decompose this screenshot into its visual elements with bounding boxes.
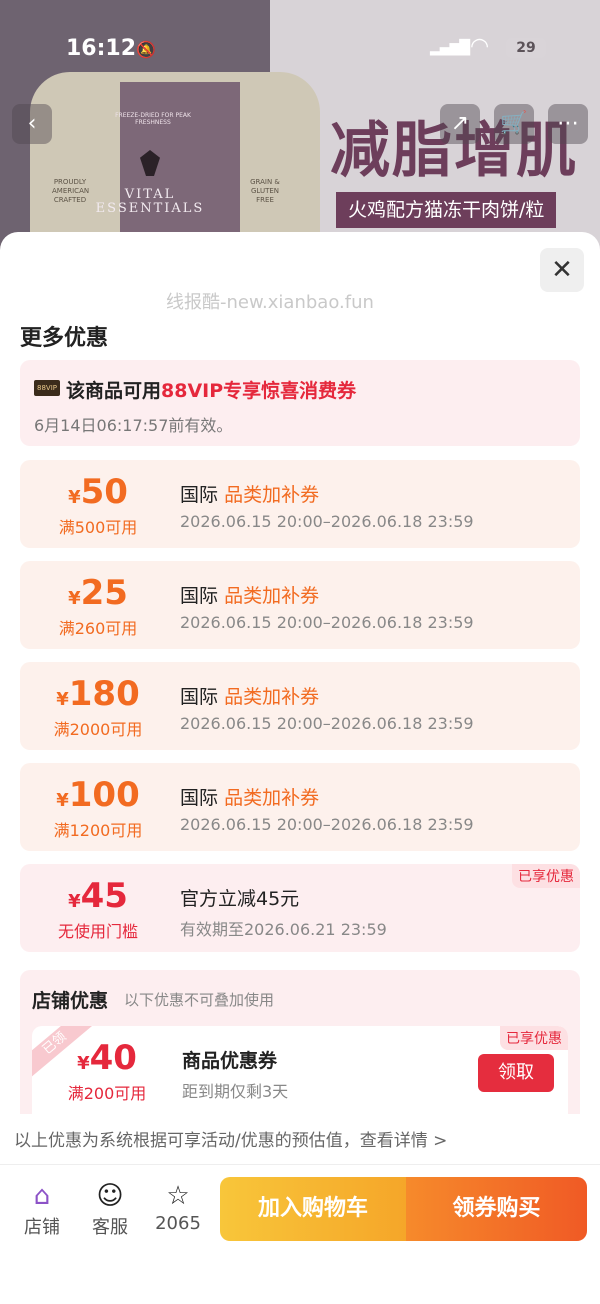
star-icon: ☆ (166, 1181, 190, 1211)
details-link[interactable]: 以上优惠为系统根据可享活动/优惠的预估值，查看详情 > (14, 1126, 447, 1151)
vip-badge-icon: 88VIP (34, 380, 60, 396)
bag-tagline: FREEZE-DRIED FOR PEAK FRESHNESS (115, 112, 191, 126)
buy-with-coupon-button[interactable]: 领券购买 (406, 1177, 587, 1241)
back-button[interactable]: ‹ (12, 104, 52, 144)
coupon-title: 官方立减45元 (180, 888, 300, 910)
claim-coupon-button[interactable]: 领取 (478, 1054, 554, 1092)
coupon-amount: ¥25 (68, 573, 128, 613)
applied-tag: 已享优惠 (500, 1026, 568, 1050)
coupon-condition: 满1200可用 (53, 821, 143, 840)
add-to-cart-button[interactable]: 加入购物车 (220, 1177, 406, 1241)
coupon-title: 商品优惠券 (182, 1050, 278, 1072)
close-button[interactable]: ✕ (540, 248, 584, 292)
coupon-title: 国际 品类加补券 (180, 686, 320, 708)
store-button[interactable]: ⌂ 店铺 (12, 1179, 72, 1239)
store-coupons-section: 店铺优惠 以下优惠不可叠加使用 已领 已享优惠 ¥40 满200可用 商品优惠券… (20, 970, 580, 1114)
coupon-condition: 满200可用 (67, 1084, 147, 1103)
coupon-amount: ¥50 (68, 472, 128, 512)
coupon-amount: ¥100 (56, 775, 140, 815)
chevron-left-icon: ‹ (27, 111, 37, 136)
store-icon: ⌂ (33, 1181, 51, 1211)
coupon-amount: ¥45 (68, 876, 128, 916)
coupon-card[interactable]: ¥180 满2000可用 国际 品类加补券 2026.06.15 20:00–2… (20, 662, 580, 750)
coupon-date: 2026.06.15 20:00–2026.06.18 23:59 (180, 613, 474, 632)
promo-subtitle: 火鸡配方猫冻干肉饼/粒 (336, 192, 557, 228)
sheet-title: 更多优惠 (20, 326, 109, 351)
coupon-title: 国际 品类加补券 (180, 585, 320, 607)
coupon-amount: ¥180 (56, 674, 140, 714)
coupon-expiry: 距到期仅剩3天 (182, 1082, 289, 1101)
store-coupon-card[interactable]: 已领 已享优惠 ¥40 满200可用 商品优惠券 距到期仅剩3天 领取 (32, 1026, 568, 1114)
favorite-count: 2065 (155, 1213, 201, 1234)
coupon-card[interactable]: ¥50 满500可用 国际 品类加补券 2026.06.15 20:00–202… (20, 460, 580, 548)
coupon-card[interactable]: ¥25 满260可用 国际 品类加补券 2026.06.15 20:00–202… (20, 561, 580, 649)
vip-coupon-card[interactable]: 88VIP 该商品可用88VIP专享惊喜消费券 6月14日06:17:57前有效… (20, 360, 580, 446)
coupon-title: 国际 品类加补券 (180, 484, 320, 506)
bag-brand: VITAL ESSENTIALS (95, 187, 205, 216)
wifi-icon: ◠ (470, 34, 490, 59)
coupon-amount: ¥40 (77, 1038, 137, 1078)
coupon-date: 2026.06.15 20:00–2026.06.18 23:59 (180, 714, 474, 733)
coupon-sheet: ✕ 线报酷-new.xianbao.fun 更多优惠 88VIP 该商品可用88… (0, 232, 600, 1304)
bag-badge-right: GRAIN & GLUTEN FREE (250, 178, 280, 204)
bag-badge-left: PROUDLY AMERICAN CRAFTED (52, 178, 90, 204)
mute-bell-icon: 🔕 (136, 40, 156, 59)
status-time: 16:12 (66, 36, 137, 61)
cellular-signal-icon: ▂▄▆█ (430, 40, 470, 56)
vip-validity: 6月14日06:17:57前有效。 (34, 416, 233, 435)
official-discount-card[interactable]: 已享优惠 ¥45 无使用门槛 官方立减45元 有效期至2026.06.21 23… (20, 864, 580, 952)
cart-icon: 🛒 (500, 111, 528, 136)
service-label: 客服 (92, 1217, 128, 1238)
coupon-condition: 满2000可用 (53, 720, 143, 739)
chat-face-icon: ☺ (96, 1181, 124, 1211)
more-button[interactable]: ⋯ (548, 104, 588, 144)
coupon-condition: 满260可用 (58, 619, 138, 638)
coupon-condition: 无使用门槛 (57, 922, 138, 941)
close-icon: ✕ (551, 255, 573, 285)
share-icon: ↗ (450, 111, 470, 136)
watermark: 线报酷-new.xianbao.fun (166, 292, 374, 313)
store-label: 店铺 (24, 1217, 60, 1238)
more-dots-icon: ⋯ (557, 111, 579, 136)
vip-prefix: 该商品可用 (66, 380, 162, 402)
share-button[interactable]: ↗ (440, 104, 480, 144)
coupon-date: 2026.06.15 20:00–2026.06.18 23:59 (180, 815, 474, 834)
store-coupons-title: 店铺优惠 (32, 990, 109, 1012)
status-bar: 16:12 🔕 ▂▄▆█ ◠ 29 (0, 0, 600, 90)
coupon-date: 有效期至2026.06.21 23:59 (180, 920, 387, 939)
coupon-card[interactable]: ¥100 满1200可用 国际 品类加补券 2026.06.15 20:00–2… (20, 763, 580, 851)
bottom-action-bar: ⌂ 店铺 ☺ 客服 ☆ 2065 加入购物车 领券购买 (0, 1164, 600, 1304)
coupon-date: 2026.06.15 20:00–2026.06.18 23:59 (180, 512, 474, 531)
vip-line: 该商品可用88VIP专享惊喜消费券 (66, 376, 356, 403)
cart-button[interactable]: 🛒 (494, 104, 534, 144)
coupon-title: 国际 品类加补券 (180, 787, 320, 809)
favorite-button[interactable]: ☆ 2065 (148, 1179, 208, 1234)
customer-service-button[interactable]: ☺ 客服 (80, 1179, 140, 1239)
applied-tag: 已享优惠 (512, 864, 580, 888)
vip-highlight: 88VIP专享惊喜消费券 (161, 380, 357, 402)
coupon-condition: 满500可用 (58, 518, 138, 537)
battery-indicator: 29 (506, 38, 546, 58)
store-coupons-note: 以下优惠不可叠加使用 (124, 991, 275, 1009)
